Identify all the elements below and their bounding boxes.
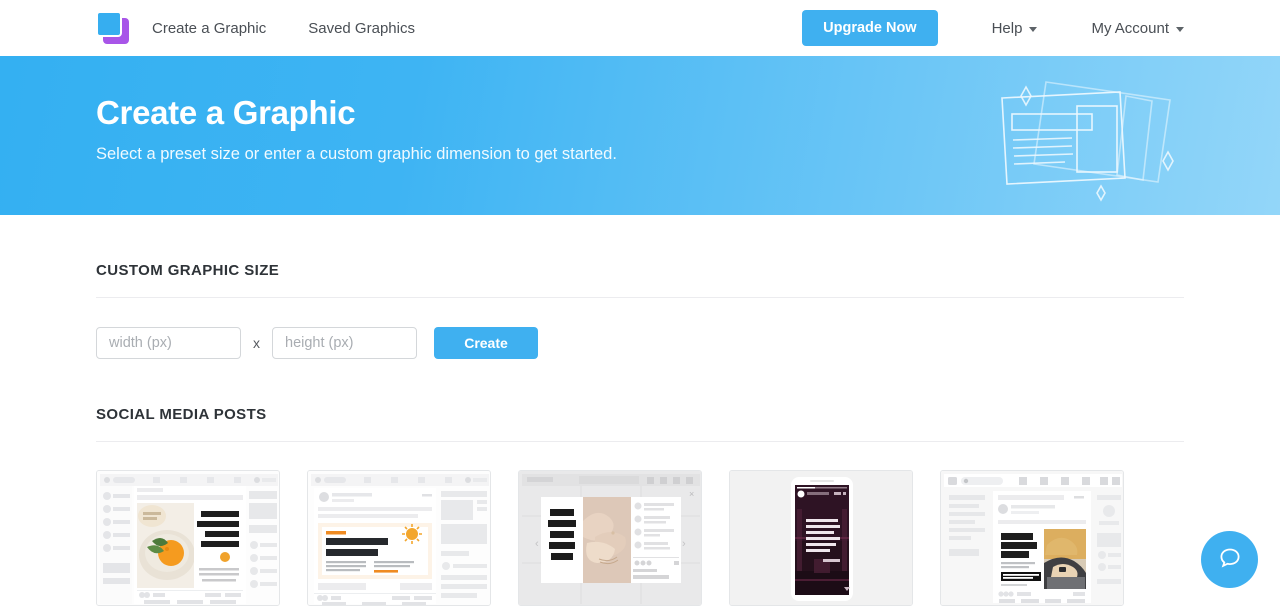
template-card-facebook-post-juice[interactable] — [96, 470, 280, 615]
section-divider — [96, 297, 1184, 298]
section-divider — [96, 441, 1184, 442]
nav-menu-my-account-label: My Account — [1091, 20, 1169, 37]
template-thumbnail-image: × ‹ › — [518, 470, 702, 606]
nav-link-saved-graphics[interactable]: Saved Graphics — [308, 20, 415, 37]
upgrade-now-button[interactable]: Upgrade Now — [802, 10, 937, 46]
nav-left-group: Create a Graphic Saved Graphics — [96, 11, 457, 45]
nav-right-group: Upgrade Now Help My Account — [802, 10, 1184, 46]
speech-bubble-icon — [1217, 545, 1243, 574]
template-thumbnail-image — [940, 470, 1124, 606]
logo-front-square — [96, 11, 122, 37]
section-heading-custom-graphic-size: CUSTOM GRAPHIC SIZE — [96, 215, 1184, 279]
create-button[interactable]: Create — [434, 327, 538, 359]
chevron-down-icon — [1029, 27, 1037, 32]
dimension-separator: x — [253, 335, 260, 351]
chevron-down-icon — [1176, 27, 1184, 32]
height-input[interactable] — [272, 327, 417, 359]
template-card-linkedin-post-editors[interactable] — [940, 470, 1124, 615]
page-content: CUSTOM GRAPHIC SIZE x Create SOCIAL MEDI… — [0, 215, 1280, 615]
help-chat-button[interactable] — [1201, 531, 1258, 588]
nav-menu-my-account[interactable]: My Account — [1091, 20, 1184, 37]
nav-menu-help[interactable]: Help — [992, 20, 1038, 37]
template-card-instagram-story-quote[interactable] — [729, 470, 913, 615]
stacked-squares-logo-icon[interactable] — [96, 11, 130, 45]
nav-menu-help-label: Help — [992, 20, 1023, 37]
svg-text:›: › — [682, 538, 686, 550]
nav-link-create-a-graphic[interactable]: Create a Graphic — [152, 20, 266, 37]
template-thumbnail-image — [307, 470, 491, 606]
template-thumbnail-grid: × ‹ › — [96, 470, 1184, 615]
template-card-facebook-post-vitamin-d[interactable] — [307, 470, 491, 615]
svg-text:‹: ‹ — [535, 538, 539, 550]
svg-text:×: × — [689, 489, 694, 499]
section-heading-social-media-posts: SOCIAL MEDIA POSTS — [96, 359, 1184, 423]
top-navigation-bar: Create a Graphic Saved Graphics Upgrade … — [0, 0, 1280, 56]
template-thumbnail-image — [96, 470, 280, 606]
template-thumbnail-image — [729, 470, 913, 606]
stacked-documents-illustration-icon — [980, 70, 1200, 215]
template-card-instagram-post-bogo[interactable]: × ‹ › — [518, 470, 702, 615]
custom-size-form: x Create — [96, 327, 1184, 359]
width-input[interactable] — [96, 327, 241, 359]
hero-banner: Create a Graphic Select a preset size or… — [0, 56, 1280, 215]
